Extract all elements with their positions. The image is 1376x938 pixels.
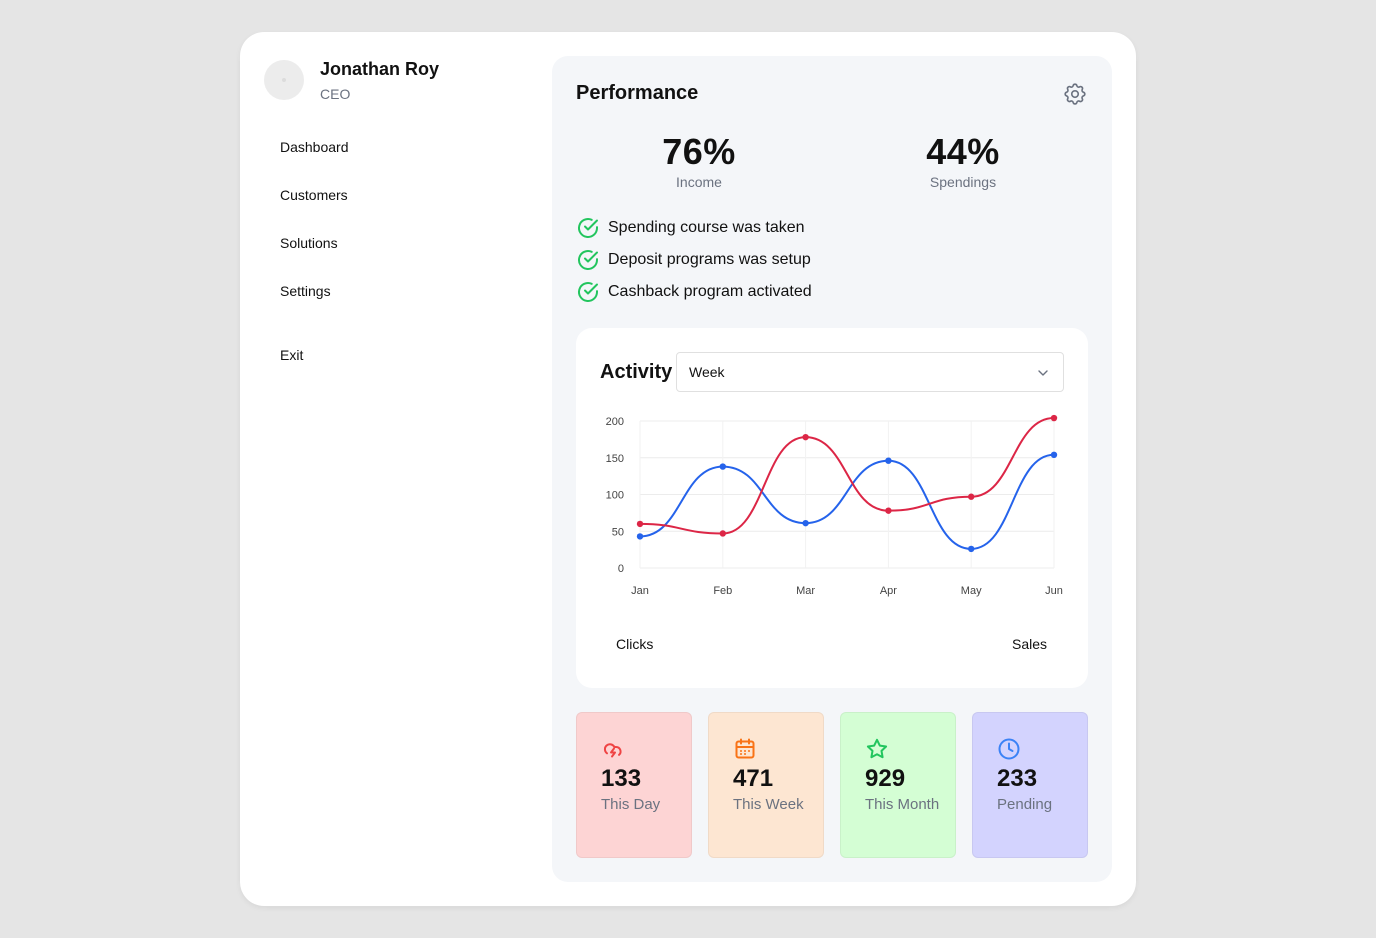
data-point-clicks xyxy=(802,519,809,527)
x-tick-label: Mar xyxy=(796,585,815,597)
check-circle-icon xyxy=(578,282,598,302)
nav-customers[interactable]: Customers xyxy=(280,187,348,203)
performance-title: Performance xyxy=(576,82,699,104)
check-circle-icon xyxy=(578,218,598,238)
tile-value: 133 xyxy=(601,765,642,792)
checklist-text: Deposit programs was setup xyxy=(608,251,811,268)
tile-value: 233 xyxy=(997,765,1038,792)
series-line-clicks xyxy=(639,453,1055,550)
activity-card: Activity Week 0 50 100 150 200 Jan Feb Mar Apr Ma… xyxy=(576,328,1088,688)
nav-exit[interactable]: Exit xyxy=(280,347,303,363)
tile-value: 929 xyxy=(865,765,906,792)
tile-label: This Month xyxy=(865,796,940,813)
data-point-clicks xyxy=(968,545,975,553)
data-point-clicks xyxy=(636,533,644,540)
checklist-text: Spending course was taken xyxy=(608,219,805,236)
tile-label: This Day xyxy=(601,796,661,813)
stat-tile-month[interactable]: 929 This Month xyxy=(840,712,956,858)
data-point-sales xyxy=(636,520,644,528)
x-tick-label: Feb xyxy=(713,585,732,597)
data-point-sales xyxy=(802,433,809,441)
checklist-item: Spending course was taken xyxy=(576,216,805,240)
tile-value: 471 xyxy=(733,765,774,792)
checklist-item: Deposit programs was setup xyxy=(576,248,811,272)
checklist-text: Cashback program activated xyxy=(608,283,812,300)
dashboard-card: Jonathan Roy CEO Dashboard Customers Sol… xyxy=(240,32,1136,906)
spendings-label: Spendings xyxy=(929,174,997,190)
nav-solutions[interactable]: Solutions xyxy=(280,235,338,251)
income-label: Income xyxy=(676,174,722,190)
profile-name: Jonathan Roy xyxy=(320,59,440,79)
calendar-icon xyxy=(735,738,755,759)
y-tick-label: 50 xyxy=(612,526,624,538)
stat-tile-week[interactable]: 471 This Week xyxy=(708,712,824,858)
data-point-clicks xyxy=(1050,451,1058,459)
tile-label: This Week xyxy=(733,796,804,813)
legend-clicks[interactable]: Clicks xyxy=(616,636,653,652)
data-point-sales xyxy=(885,507,892,514)
data-point-clicks xyxy=(885,457,892,464)
activity-line-chart: 0 50 100 150 200 Jan Feb Mar Apr May Jun xyxy=(606,414,1063,597)
star-icon xyxy=(866,738,888,759)
x-tick-label: Jun xyxy=(1045,585,1063,597)
spendings-value: 44% xyxy=(926,131,1000,172)
gear-icon[interactable] xyxy=(1062,81,1088,107)
performance-panel: Performance 76% Income 44% Spendings Spe… xyxy=(552,56,1112,882)
data-point-clicks xyxy=(719,463,726,470)
cloud-lightning-icon xyxy=(603,743,622,758)
y-tick-label: 150 xyxy=(606,453,624,465)
income-value: 76% xyxy=(662,131,736,172)
y-tick-label: 0 xyxy=(618,563,624,575)
legend-sales[interactable]: Sales xyxy=(1012,636,1047,652)
x-tick-label: Jan xyxy=(631,585,649,597)
profile-role: CEO xyxy=(320,86,351,102)
stat-tile-pending[interactable]: 233 Pending xyxy=(972,712,1088,858)
series-line-sales xyxy=(639,417,1055,535)
x-tick-label: Apr xyxy=(880,585,897,597)
data-point-sales xyxy=(719,530,726,537)
tile-label: Pending xyxy=(997,796,1053,813)
data-point-sales xyxy=(968,493,975,500)
stat-tile-day[interactable]: 133 This Day xyxy=(576,712,692,858)
nav-settings[interactable]: Settings xyxy=(280,283,331,299)
nav-dashboard[interactable]: Dashboard xyxy=(280,139,349,155)
data-point-sales xyxy=(1050,414,1058,422)
check-circle-icon xyxy=(578,250,598,270)
checklist-item: Cashback program activated xyxy=(576,280,812,304)
y-tick-label: 100 xyxy=(606,490,624,502)
clock-icon xyxy=(998,738,1020,760)
avatar[interactable] xyxy=(264,60,304,100)
x-tick-label: May xyxy=(961,585,982,597)
y-tick-label: 200 xyxy=(606,416,624,428)
